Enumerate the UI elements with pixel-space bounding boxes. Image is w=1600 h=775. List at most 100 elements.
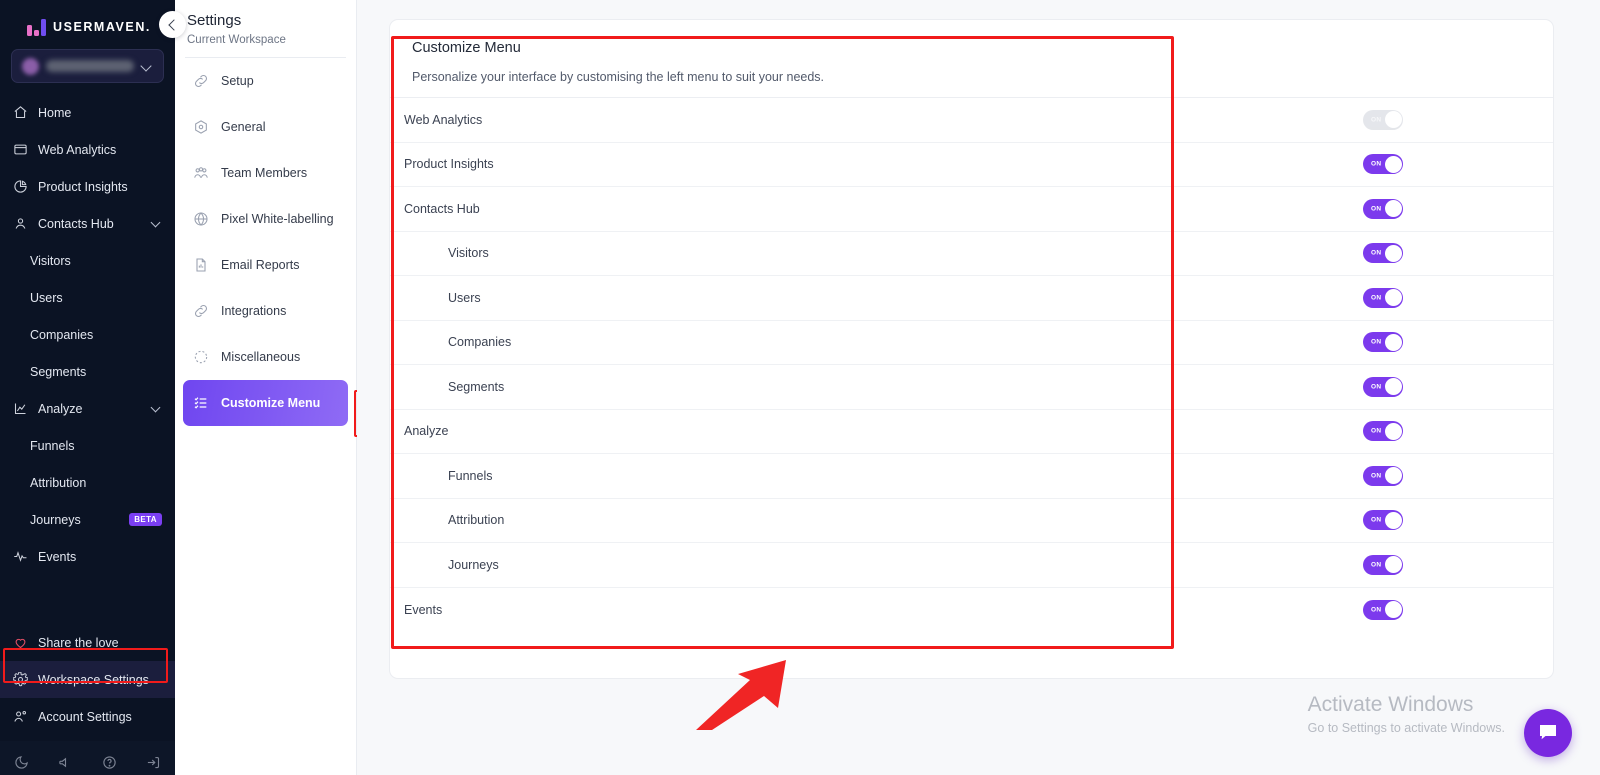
sidebar-item-product-insights[interactable]: Product Insights	[0, 168, 175, 205]
menu-row-label: Attribution	[404, 513, 1363, 527]
sidebar-item-share-the-love[interactable]: Share the love	[0, 624, 175, 661]
menu-row-label: Contacts Hub	[404, 202, 1363, 216]
toggle-container: ON	[1363, 110, 1553, 130]
menu-row: Analyze ON	[390, 410, 1553, 455]
toggle-state-label: ON	[1371, 561, 1381, 568]
settings-item-label: Setup	[221, 74, 254, 88]
sidebar-item-workspace-settings[interactable]: Workspace Settings	[0, 661, 175, 698]
toggle-knob	[1385, 467, 1402, 484]
sidebar-footer-icons	[0, 741, 175, 775]
menu-row: AttributionON	[390, 499, 1553, 544]
menu-row: EventsON	[390, 588, 1553, 633]
sidebar-item-web-analytics[interactable]: Web Analytics	[0, 131, 175, 168]
heart-icon	[13, 635, 28, 650]
sidebar-item-users[interactable]: Users	[0, 279, 175, 316]
settings-panel: Settings Current Workspace SetupGeneralT…	[175, 0, 357, 775]
sidebar-item-label: Product Insights	[38, 180, 162, 194]
chevron-down-icon[interactable]	[151, 218, 162, 229]
settings-item-miscellaneous[interactable]: Miscellaneous	[183, 334, 348, 380]
settings-menu-list: Setup General Team Members Pixel White-labe…	[175, 58, 356, 426]
settings-item-customize-menu[interactable]: Customize Menu	[183, 380, 348, 426]
watermark-subtitle: Go to Settings to activate Windows.	[1308, 721, 1505, 735]
menu-row: UsersON	[390, 276, 1553, 321]
sidebar-item-label: Share the love	[38, 636, 162, 650]
toggle-container: ON	[1363, 466, 1553, 486]
usermaven-logo-icon	[27, 19, 46, 36]
sidebar-item-companies[interactable]: Companies	[0, 316, 175, 353]
sidebar-item-label: Workspace Settings	[38, 673, 162, 687]
menu-visibility-toggle[interactable]: ON	[1363, 421, 1403, 441]
chat-bubble-icon[interactable]	[1524, 709, 1572, 757]
sidebar-item-attribution[interactable]: Attribution	[0, 464, 175, 501]
brand-name: USERMAVEN.	[53, 20, 151, 34]
sidebar-item-label: Web Analytics	[38, 143, 162, 157]
menu-visibility-toggle[interactable]: ON	[1363, 466, 1403, 486]
sidebar-item-analyze[interactable]: Analyze	[0, 390, 175, 427]
hexagon-icon	[193, 119, 209, 135]
menu-row-label: Analyze	[404, 424, 1363, 438]
toggle-container: ON	[1363, 600, 1553, 620]
moon-icon[interactable]	[14, 755, 29, 775]
customize-menu-card: Customize Menu Personalize your interfac…	[389, 19, 1554, 679]
sidebar-item-contacts-hub[interactable]: Contacts Hub	[0, 205, 175, 242]
menu-row-label: Journeys	[404, 558, 1363, 572]
menu-row: Journeys ON	[390, 543, 1553, 588]
team-icon	[193, 165, 209, 181]
megaphone-icon[interactable]	[58, 755, 73, 775]
settings-item-label: Team Members	[221, 166, 307, 180]
sidebar-item-funnels[interactable]: Funnels	[0, 427, 175, 464]
toggle-knob	[1385, 423, 1402, 440]
main-content: Customize Menu Personalize your interfac…	[357, 0, 1600, 775]
menu-row-label: Users	[404, 291, 1363, 305]
sidebar-item-home[interactable]: Home	[0, 94, 175, 131]
menu-visibility-toggle[interactable]: ON	[1363, 199, 1403, 219]
menu-row: Web AnalyticsON	[390, 98, 1553, 143]
menu-row-label: Funnels	[404, 469, 1363, 483]
chevron-down-icon[interactable]	[151, 403, 162, 414]
toggle-state-label: ON	[1371, 606, 1381, 613]
settings-item-pixel-white-labelling[interactable]: Pixel White-labelling	[183, 196, 348, 242]
menu-row-label: Segments	[404, 380, 1363, 394]
settings-item-email-reports[interactable]: Email Reports	[183, 242, 348, 288]
menu-toggle-rows: Web AnalyticsONProduct InsightsONContact…	[390, 97, 1553, 632]
menu-visibility-toggle[interactable]: ON	[1363, 288, 1403, 308]
sidebar-item-segments[interactable]: Segments	[0, 353, 175, 390]
menu-visibility-toggle[interactable]: ON	[1363, 332, 1403, 352]
toggle-state-label: ON	[1371, 339, 1381, 346]
workspace-selector[interactable]	[11, 49, 164, 83]
toggle-knob	[1385, 200, 1402, 217]
menu-visibility-toggle[interactable]: ON	[1363, 600, 1403, 620]
page-title: Customize Menu	[412, 40, 1531, 56]
menu-row-label: Product Insights	[404, 157, 1363, 171]
sidebar-item-label: Events	[38, 550, 162, 564]
sidebar-collapse-button[interactable]	[159, 11, 186, 38]
sidebar-item-label: Contacts Hub	[38, 217, 141, 231]
page-description: Personalize your interface by customisin…	[412, 70, 1531, 84]
settings-item-general[interactable]: General	[183, 104, 348, 150]
menu-visibility-toggle[interactable]: ON	[1363, 377, 1403, 397]
toggle-knob	[1385, 289, 1402, 306]
document-icon	[193, 257, 209, 273]
pie-chart-icon	[13, 179, 28, 194]
menu-visibility-toggle[interactable]: ON	[1363, 243, 1403, 263]
logout-icon[interactable]	[146, 755, 161, 775]
menu-visibility-toggle[interactable]: ON	[1363, 154, 1403, 174]
sidebar-item-journeys[interactable]: JourneysBETA	[0, 501, 175, 538]
toggle-state-label: ON	[1371, 428, 1381, 435]
sidebar-item-visitors[interactable]: Visitors	[0, 242, 175, 279]
menu-row-label: Companies	[404, 335, 1363, 349]
settings-item-setup[interactable]: Setup	[183, 58, 348, 104]
menu-visibility-toggle[interactable]: ON	[1363, 510, 1403, 530]
settings-item-team-members[interactable]: Team Members	[183, 150, 348, 196]
menu-visibility-toggle[interactable]: ON	[1363, 555, 1403, 575]
toggle-container: ON	[1363, 243, 1553, 263]
windows-activation-watermark: Activate Windows Go to Settings to activ…	[1308, 692, 1505, 735]
sidebar-item-events[interactable]: Events	[0, 538, 175, 575]
toggle-state-label: ON	[1371, 472, 1381, 479]
menu-visibility-toggle[interactable]: ON	[1363, 110, 1403, 130]
toggle-knob	[1385, 156, 1402, 173]
help-icon[interactable]	[102, 755, 117, 775]
user-icon	[13, 216, 28, 231]
sidebar-item-account-settings[interactable]: Account Settings	[0, 698, 175, 735]
settings-item-integrations[interactable]: Integrations	[183, 288, 348, 334]
